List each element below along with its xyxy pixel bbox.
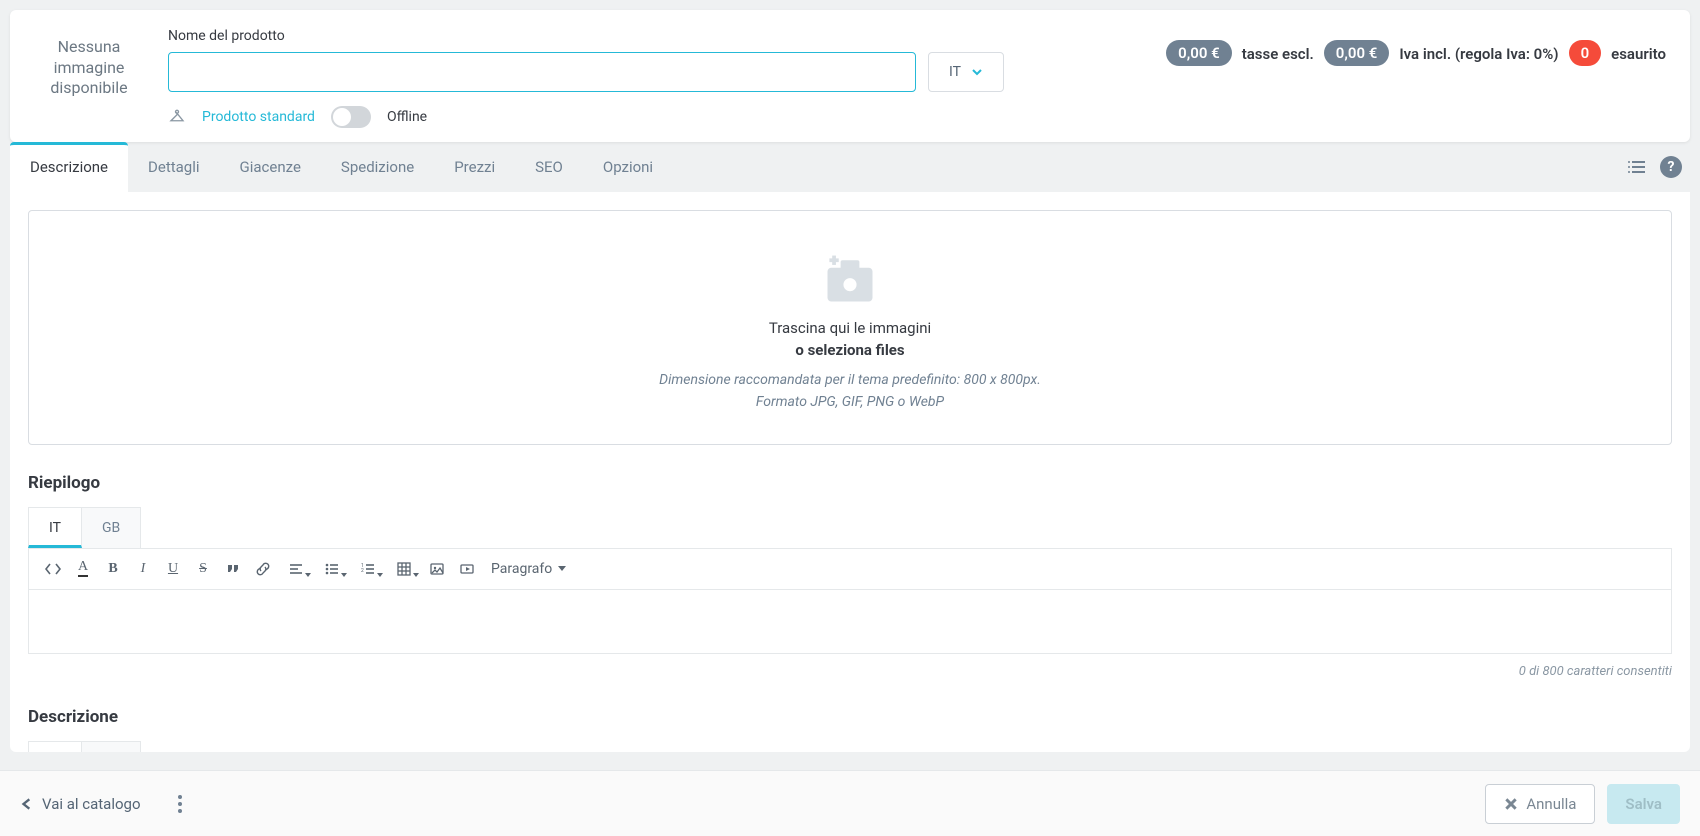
price-incl-label: Iva incl. (regola Iva: 0%) <box>1399 40 1558 68</box>
image-icon[interactable] <box>423 557 451 581</box>
bullet-list-icon[interactable] <box>315 557 349 581</box>
numbered-list-icon[interactable]: 12 <box>351 557 385 581</box>
table-icon[interactable] <box>387 557 421 581</box>
svg-text:2: 2 <box>361 568 364 574</box>
format-select[interactable]: Paragrafo <box>491 561 566 577</box>
dropzone-hint-1: Dimensione raccomandata per il tema pred… <box>49 369 1651 391</box>
product-name-input[interactable] <box>168 52 916 92</box>
summary-lang-tab-it[interactable]: IT <box>28 507 82 548</box>
save-button[interactable]: Salva <box>1607 784 1680 824</box>
no-image-placeholder: Nessuna immagine disponibile <box>34 28 144 108</box>
video-icon[interactable] <box>453 557 481 581</box>
chevron-down-icon <box>971 66 983 78</box>
dropzone-text-2: o seleziona files <box>49 341 1651 359</box>
product-header: Nessuna immagine disponibile Nome del pr… <box>10 10 1690 142</box>
no-image-text: Nessuna immagine disponibile <box>34 37 144 99</box>
text-color-icon[interactable]: A <box>69 557 97 581</box>
cancel-button-label: Annulla <box>1526 795 1576 813</box>
summary-editor: IT GB A B I U S 12 Paragrafo <box>28 507 1672 654</box>
summary-char-count: 0 di 800 caratteri consentiti <box>28 664 1672 679</box>
summary-section-title: Riepilogo <box>28 473 1672 493</box>
header-main: Nome del prodotto IT Prodotto standard O… <box>168 28 1142 128</box>
italic-icon[interactable]: I <box>129 557 157 581</box>
tab-prezzi[interactable]: Prezzi <box>434 142 515 192</box>
description-lang-tab-gb[interactable]: GB <box>82 741 141 752</box>
description-editor: IT GB <box>28 741 1672 752</box>
source-code-icon[interactable] <box>39 557 67 581</box>
dropzone-hint-2: Formato JPG, GIF, PNG o WebP <box>49 391 1651 413</box>
summary-toolbar: A B I U S 12 Paragrafo <box>28 548 1672 590</box>
product-tabs-row: Descrizione Dettagli Giacenze Spedizione… <box>10 142 1690 192</box>
underline-icon[interactable]: U <box>159 557 187 581</box>
list-icon[interactable] <box>1626 156 1648 178</box>
footer-bar: Vai al catalogo Annulla Salva <box>0 770 1700 836</box>
summary-textarea[interactable] <box>28 590 1672 654</box>
language-select[interactable]: IT <box>928 52 1004 92</box>
language-selected: IT <box>949 64 961 80</box>
product-name-label: Nome del prodotto <box>168 28 1142 44</box>
cancel-button[interactable]: Annulla <box>1485 784 1595 824</box>
description-section-title: Descrizione <box>28 707 1672 727</box>
tab-spedizione[interactable]: Spedizione <box>321 142 434 192</box>
price-excl-pill: 0,00 € <box>1166 40 1232 66</box>
close-icon <box>1504 797 1518 811</box>
more-actions-menu[interactable] <box>171 795 189 813</box>
dropzone-text-1: Trascina qui le immagini <box>49 319 1651 337</box>
price-excl-label: tasse escl. <box>1242 40 1314 68</box>
product-tabs: Descrizione Dettagli Giacenze Spedizione… <box>10 142 673 192</box>
format-select-label: Paragrafo <box>491 561 552 577</box>
tab-seo[interactable]: SEO <box>515 142 583 192</box>
tab-giacenze[interactable]: Giacenze <box>220 142 321 192</box>
tab-panel-descrizione: Trascina qui le immagini o seleziona fil… <box>10 192 1690 752</box>
product-type-link[interactable]: Prodotto standard <box>202 109 315 125</box>
stock-label: esaurito <box>1611 40 1666 68</box>
save-button-label: Salva <box>1625 795 1662 813</box>
description-lang-tab-it[interactable]: IT <box>28 741 82 752</box>
price-incl-pill: 0,00 € <box>1324 40 1390 66</box>
camera-plus-icon <box>820 251 880 307</box>
summary-lang-tab-gb[interactable]: GB <box>82 507 141 548</box>
tab-dettagli[interactable]: Dettagli <box>128 142 220 192</box>
tab-descrizione[interactable]: Descrizione <box>10 142 128 192</box>
hanger-icon <box>168 108 186 126</box>
back-to-catalog-link[interactable]: Vai al catalogo <box>20 795 141 813</box>
offline-label: Offline <box>387 109 427 125</box>
online-toggle[interactable] <box>331 106 371 128</box>
chevron-left-icon <box>20 797 34 811</box>
header-metrics: 0,00 € tasse escl. 0,00 € Iva incl. (reg… <box>1166 28 1666 128</box>
align-icon[interactable] <box>279 557 313 581</box>
link-icon[interactable] <box>249 557 277 581</box>
strikethrough-icon[interactable]: S <box>189 557 217 581</box>
back-to-catalog-label: Vai al catalogo <box>42 795 141 813</box>
blockquote-icon[interactable] <box>219 557 247 581</box>
bold-icon[interactable]: B <box>99 557 127 581</box>
help-icon[interactable]: ? <box>1660 156 1682 178</box>
image-dropzone[interactable]: Trascina qui le immagini o seleziona fil… <box>28 210 1672 445</box>
stock-qty-pill: 0 <box>1569 40 1602 66</box>
tab-opzioni[interactable]: Opzioni <box>583 142 673 192</box>
